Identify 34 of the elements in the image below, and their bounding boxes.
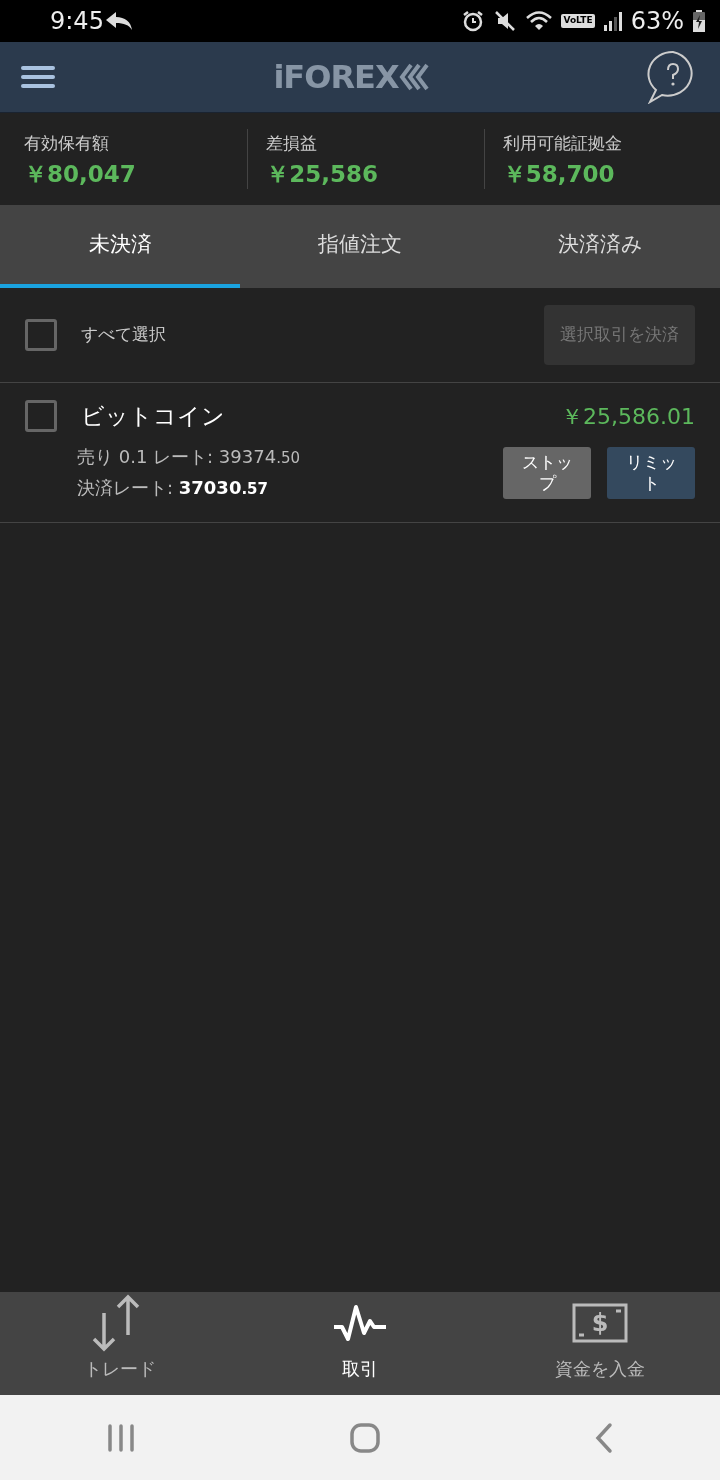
tab[interactable]: 指値注文 <box>240 205 480 288</box>
menu-icon[interactable] <box>20 64 56 90</box>
summary-value: ￥25,586 <box>266 159 380 189</box>
summary-label: 利用可能証拠金 <box>502 132 623 155</box>
home-icon[interactable] <box>349 1421 381 1454</box>
pulse-icon <box>332 1303 388 1343</box>
battery-icon <box>692 9 706 33</box>
checkbox[interactable] <box>25 319 57 351</box>
recent-apps-icon[interactable] <box>106 1422 137 1453</box>
tab[interactable]: 未決済 <box>0 205 240 288</box>
tab[interactable]: 決済済み <box>480 205 720 288</box>
nav-tab[interactable]: 取引 <box>240 1292 480 1395</box>
checkbox[interactable] <box>25 400 57 433</box>
nav-tab[interactable]: トレード <box>0 1292 240 1395</box>
signal-icon <box>602 9 623 33</box>
limit-button[interactable]: リミット <box>607 446 695 499</box>
summary-label: 差損益 <box>266 132 319 155</box>
summary-label: 有効保有額 <box>24 132 110 155</box>
summary-value: ￥58,700 <box>502 159 616 189</box>
chevrons-icon <box>398 62 429 92</box>
instrument-name: ビットコイン <box>81 402 225 431</box>
logo-text: iFOREX <box>273 57 399 98</box>
back-icon[interactable] <box>593 1421 614 1454</box>
nav-tab[interactable]: $ 資金を入金 <box>480 1292 720 1395</box>
battery-percent: 63% <box>630 6 684 37</box>
wifi-icon <box>525 9 554 33</box>
clock-time: 9:45 <box>50 6 104 37</box>
stop-button[interactable]: ストップ <box>503 446 591 499</box>
rate-line: 決済レート: 37030.57 <box>77 475 269 500</box>
network-badge: VoLTE <box>561 14 595 28</box>
rate-line: 売り 0.1 レート: 39374.50 <box>77 444 301 469</box>
profit-value: ￥25,586.01 <box>561 402 695 431</box>
select-all-label: すべて選択 <box>81 323 166 347</box>
summary-value: ￥80,047 <box>24 159 137 189</box>
